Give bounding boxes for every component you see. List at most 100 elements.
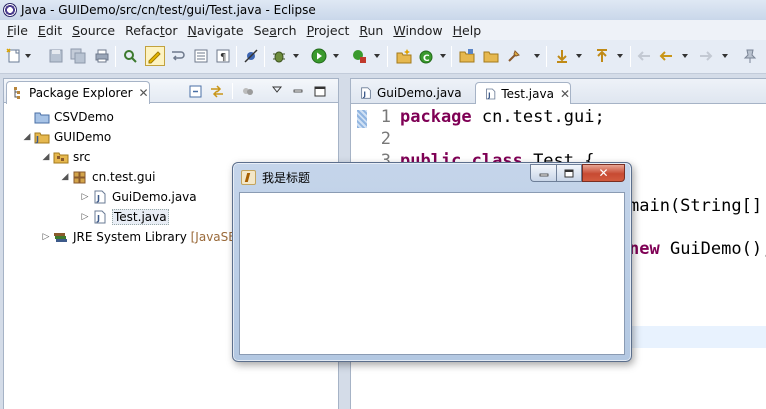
close-icon[interactable]: ✕ (139, 86, 149, 100)
open-folder-icon[interactable] (459, 48, 475, 64)
java-cup-icon (241, 169, 256, 185)
save-all-icon[interactable] (70, 48, 86, 64)
tree-twisty[interactable]: ▷ (80, 192, 90, 202)
tree-twisty[interactable]: ◢ (22, 132, 32, 142)
next-annotation-icon[interactable] (554, 48, 570, 64)
editor-tab-label: GuiDemo.java (377, 86, 462, 100)
toggle-mark-occurrences-icon[interactable] (145, 46, 165, 66)
svg-text:J: J (96, 194, 100, 203)
debug-dropdown-caret[interactable] (293, 54, 299, 58)
forward-dropdown-caret[interactable] (722, 54, 728, 58)
minimize-icon (539, 173, 548, 177)
tree-item-label: Test.java (112, 209, 169, 225)
java-project-icon: J (34, 132, 50, 144)
code-line[interactable]: package cn.test.gui; (400, 107, 605, 127)
menu-edit[interactable]: Edit (33, 23, 67, 38)
search-dropdown-caret[interactable] (534, 54, 540, 58)
tree-twisty[interactable]: ◢ (41, 152, 51, 162)
print-icon[interactable] (94, 48, 110, 64)
eclipse-icon (3, 3, 17, 17)
save-icon[interactable] (48, 48, 64, 64)
menu-refactor[interactable]: Refactor (120, 23, 182, 38)
show-whitespace-icon[interactable]: ¶ (215, 48, 231, 64)
new-java-project-icon[interactable] (396, 48, 412, 64)
run-dropdown-caret[interactable] (333, 54, 339, 58)
main-toolbar: ¶ C (0, 40, 766, 74)
java-file-icon: J (94, 190, 106, 204)
close-icon[interactable]: ✕ (560, 87, 570, 101)
tree-item-label: GuiDemo.java (112, 190, 197, 204)
menu-window[interactable]: Window (388, 23, 447, 38)
previous-annotation-caret[interactable] (617, 54, 623, 58)
project-icon (34, 112, 50, 124)
tree-item-guidemo[interactable]: ◢ J GUIDemo (22, 127, 112, 147)
run-icon[interactable] (311, 48, 327, 64)
toolbar-separator (451, 46, 452, 67)
tree-twisty[interactable]: ▷ (80, 212, 90, 222)
tab-guidemo-java[interactable]: J GuiDemo.java (351, 82, 473, 104)
tree-item-package[interactable]: ◢ cn.test.gui (60, 167, 156, 187)
skip-breakpoints-icon[interactable] (243, 48, 259, 64)
source-folder-icon (53, 152, 69, 164)
focus-on-active-task-icon[interactable] (241, 85, 255, 98)
tree-twisty[interactable]: ◢ (60, 172, 70, 182)
external-tools-icon[interactable] (351, 48, 367, 64)
menu-source[interactable]: Source (67, 23, 120, 38)
last-edit-location-icon[interactable] (636, 48, 652, 64)
tree-item-test-java[interactable]: ▷ J Test.java (80, 207, 169, 227)
java-file-icon: J (94, 210, 106, 224)
tree-item-jre-library[interactable]: ▷ JRE System Library [JavaSE (41, 227, 236, 247)
maximize-button[interactable] (556, 164, 582, 182)
collapse-all-icon[interactable] (189, 85, 203, 98)
external-tools-dropdown-caret[interactable] (374, 54, 380, 58)
search-tool-icon[interactable] (506, 48, 522, 64)
code-line[interactable]: new GuiDemo(); (629, 239, 766, 259)
new-icon[interactable] (6, 48, 22, 64)
library-icon (54, 233, 67, 242)
menu-run[interactable]: Run (354, 23, 388, 38)
menu-file[interactable]: File (2, 23, 33, 38)
menu-project[interactable]: Project (302, 23, 355, 38)
menu-navigate[interactable]: Navigate (183, 23, 249, 38)
link-with-editor-icon[interactable] (210, 85, 224, 98)
swing-frame-content[interactable] (239, 192, 625, 355)
toggle-word-wrap-icon[interactable] (170, 48, 186, 64)
pin-editor-icon[interactable] (742, 48, 758, 64)
minimize-button[interactable] (530, 164, 556, 182)
toolbar-separator (630, 46, 631, 67)
previous-annotation-icon[interactable] (594, 48, 610, 64)
window-title-bar[interactable]: Java - GUIDemo/src/cn/test/gui/Test.java… (0, 0, 766, 20)
back-icon[interactable] (658, 48, 674, 64)
toolbar-separator (236, 46, 237, 67)
svg-text:J: J (487, 91, 490, 99)
tree-twisty[interactable]: ▷ (41, 232, 51, 242)
menu-help[interactable]: Help (448, 23, 487, 38)
close-window-button[interactable]: ✕ (582, 164, 625, 182)
new-java-class-icon[interactable]: C (418, 48, 434, 64)
menu-search[interactable]: Search (249, 23, 302, 38)
block-selection-icon[interactable] (193, 48, 209, 64)
tree-item-src[interactable]: ◢ src (41, 147, 91, 167)
new-class-dropdown-caret[interactable] (440, 54, 446, 58)
new-dropdown-caret[interactable] (25, 54, 31, 58)
open-type-icon[interactable] (122, 48, 138, 64)
tree-item-label: src (73, 150, 91, 164)
tab-package-explorer[interactable]: Package Explorer ✕ (6, 81, 150, 104)
tree-item-guidemo-java[interactable]: ▷ J GuiDemo.java (80, 187, 197, 207)
quick-diff-marker (357, 110, 367, 128)
code-line[interactable]: main(String[] (629, 196, 762, 216)
open-folder-alt-icon[interactable] (483, 48, 499, 64)
toolbar-separator (387, 46, 388, 67)
view-toolbar-separator (232, 83, 233, 99)
view-menu-icon[interactable] (270, 83, 284, 96)
swing-frame-title-bar[interactable]: 我是标题 (241, 168, 310, 186)
back-dropdown-caret[interactable] (682, 54, 688, 58)
debug-icon[interactable] (271, 48, 287, 64)
tab-test-java[interactable]: J Test.java ✕ (475, 82, 571, 104)
swing-frame-window[interactable]: 我是标题 ✕ (232, 162, 632, 362)
next-annotation-caret[interactable] (576, 54, 582, 58)
maximize-view-icon[interactable] (313, 85, 327, 98)
tree-item-csvdemo[interactable]: CSVDemo (22, 107, 114, 127)
forward-icon[interactable] (698, 48, 714, 64)
minimize-view-icon[interactable] (291, 85, 305, 98)
